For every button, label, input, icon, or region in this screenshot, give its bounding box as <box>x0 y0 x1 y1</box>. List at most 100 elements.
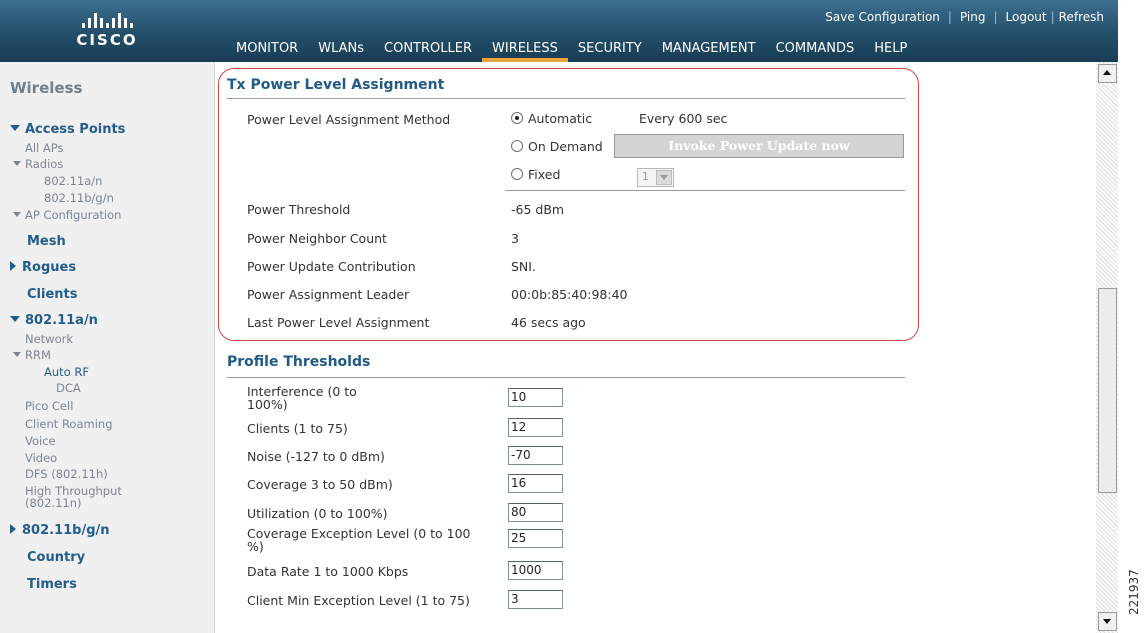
sidebar-item-label: Radios <box>25 157 64 171</box>
collapsed-arrow-icon <box>10 261 16 271</box>
separator: | <box>1050 10 1055 24</box>
section-divider <box>227 98 905 99</box>
clients-input[interactable]: 12 <box>508 418 563 437</box>
radio-label: On Demand <box>528 139 603 154</box>
chevron-down-icon <box>656 170 672 185</box>
sidebar-item-radios-80211an[interactable]: 802.11a/n <box>44 175 102 187</box>
radio-automatic[interactable]: Automatic <box>511 111 592 126</box>
tab-commands[interactable]: COMMANDS <box>766 40 865 62</box>
sidebar-item-label: 802.11a/n <box>25 313 98 328</box>
radio-unselected-icon <box>511 140 523 152</box>
section-divider <box>227 377 905 378</box>
label-line: %) <box>247 539 264 554</box>
utilization-label: Utilization (0 to 100%) <box>247 506 388 521</box>
cisco-wordmark: CISCO <box>76 31 138 49</box>
cisco-logo[interactable]: CISCO <box>62 12 152 49</box>
sidebar-item-mesh[interactable]: Mesh <box>27 234 66 249</box>
power-assignment-leader-label: Power Assignment Leader <box>247 287 410 302</box>
separator: | <box>993 10 998 24</box>
cisco-bridge-icon <box>62 12 152 28</box>
scroll-down-arrow-icon[interactable] <box>1098 612 1117 631</box>
radio-label: Automatic <box>528 111 593 126</box>
data-rate-label: Data Rate 1 to 1000 Kbps <box>247 564 409 579</box>
clients-label: Clients (1 to 75) <box>247 421 348 436</box>
tab-security[interactable]: SECURITY <box>568 40 652 62</box>
coverage-input[interactable]: 16 <box>508 474 563 493</box>
sidebar-item-radios[interactable]: Radios <box>13 158 63 170</box>
label-line: Coverage Exception Level (0 to 100 <box>247 526 471 541</box>
invoke-power-update-button[interactable]: Invoke Power Update now <box>614 134 904 158</box>
ping-link[interactable]: Ping <box>960 10 986 24</box>
logout-link[interactable]: Logout <box>1006 10 1047 24</box>
sidebar: Wireless Access Points All APs Radios 80… <box>0 62 215 633</box>
last-power-level-assignment-label: Last Power Level Assignment <box>247 315 430 330</box>
coverage-label: Coverage 3 to 50 dBm) <box>247 477 393 492</box>
utilization-input[interactable]: 80 <box>508 503 563 522</box>
sidebar-item-video[interactable]: Video <box>25 452 57 464</box>
label-line: 100%) <box>247 397 288 412</box>
sidebar-item-label: Rogues <box>22 260 77 275</box>
coverage-exception-input[interactable]: 25 <box>508 529 563 548</box>
sidebar-item-high-throughput[interactable]: High Throughput (802.11n) <box>25 485 122 509</box>
tab-help[interactable]: HELP <box>864 40 917 62</box>
radio-fixed[interactable]: Fixed <box>511 167 560 182</box>
sidebar-item-timers[interactable]: Timers <box>27 577 77 592</box>
fixed-level-select[interactable]: 1 <box>637 168 674 187</box>
sidebar-item-80211bgn[interactable]: 802.11b/g/n <box>10 523 110 538</box>
sidebar-item-voice[interactable]: Voice <box>25 435 56 447</box>
sidebar-item-rrm[interactable]: RRM <box>13 349 51 361</box>
power-assignment-leader-value: 00:0b:85:40:98:40 <box>511 287 628 302</box>
tab-wlans[interactable]: WLANs <box>308 40 374 62</box>
last-power-level-assignment-value: 46 secs ago <box>511 315 586 330</box>
expanded-arrow-icon <box>10 316 20 322</box>
noise-input[interactable]: -70 <box>508 446 563 465</box>
scroll-up-arrow-icon[interactable] <box>1098 64 1117 83</box>
tab-wireless[interactable]: WIRELESS <box>482 40 568 62</box>
tab-management[interactable]: MANAGEMENT <box>652 40 766 62</box>
sidebar-item-clients[interactable]: Clients <box>27 287 77 302</box>
sidebar-item-all-aps[interactable]: All APs <box>25 142 64 154</box>
sidebar-item-rogues[interactable]: Rogues <box>10 260 76 275</box>
sidebar-item-label: AP Configuration <box>25 208 122 222</box>
sidebar-item-dfs[interactable]: DFS (802.11h) <box>25 468 108 480</box>
sidebar-item-label: Access Points <box>25 122 126 137</box>
scrollbar-thumb[interactable] <box>1098 288 1117 493</box>
refresh-link[interactable]: Refresh <box>1059 10 1104 24</box>
sidebar-item-access-points[interactable]: Access Points <box>10 122 125 137</box>
main-nav: MONITOR WLANs CONTROLLER WIRELESS SECURI… <box>226 40 917 62</box>
sidebar-item-ap-configuration[interactable]: AP Configuration <box>13 209 121 221</box>
sidebar-item-80211an[interactable]: 802.11a/n <box>10 313 98 328</box>
interference-label: Interference (0 to 100%) <box>247 385 357 411</box>
radio-selected-icon <box>511 112 523 124</box>
power-threshold-label: Power Threshold <box>247 202 351 217</box>
coverage-exception-label: Coverage Exception Level (0 to 100 %) <box>247 527 471 553</box>
client-min-exception-label: Client Min Exception Level (1 to 75) <box>247 593 470 608</box>
sidebar-item-auto-rf[interactable]: Auto RF <box>44 366 89 378</box>
power-update-contribution-label: Power Update Contribution <box>247 259 416 274</box>
fixed-level-value: 1 <box>642 170 649 183</box>
radio-unselected-icon <box>511 168 523 180</box>
radio-on-demand[interactable]: On Demand <box>511 139 603 154</box>
separator: | <box>947 10 952 24</box>
save-configuration-link[interactable]: Save Configuration <box>825 10 940 24</box>
sidebar-item-radios-80211bgn[interactable]: 802.11b/g/n <box>44 192 114 204</box>
sidebar-item-country[interactable]: Country <box>27 550 85 565</box>
method-divider <box>505 190 905 191</box>
sidebar-item-pico-cell[interactable]: Pico Cell <box>25 400 73 412</box>
expanded-arrow-icon <box>10 125 20 131</box>
sidebar-item-dca[interactable]: DCA <box>56 382 81 394</box>
client-min-exception-input[interactable]: 3 <box>508 590 563 609</box>
tab-controller[interactable]: CONTROLLER <box>374 40 482 62</box>
sidebar-item-label: 802.11b/g/n <box>22 523 110 538</box>
data-rate-input[interactable]: 1000 <box>508 561 563 580</box>
interference-input[interactable]: 10 <box>508 388 563 407</box>
tab-monitor[interactable]: MONITOR <box>226 40 308 62</box>
sidebar-item-client-roaming[interactable]: Client Roaming <box>25 418 113 430</box>
main-content: Tx Power Level Assignment Power Level As… <box>215 62 1095 633</box>
expanded-arrow-icon <box>13 352 21 357</box>
sidebar-item-network[interactable]: Network <box>25 333 73 345</box>
automatic-interval-text: Every 600 sec <box>639 111 728 126</box>
vertical-scrollbar[interactable] <box>1096 62 1118 633</box>
power-threshold-value: -65 dBm <box>511 202 565 217</box>
radio-label: Fixed <box>528 167 561 182</box>
